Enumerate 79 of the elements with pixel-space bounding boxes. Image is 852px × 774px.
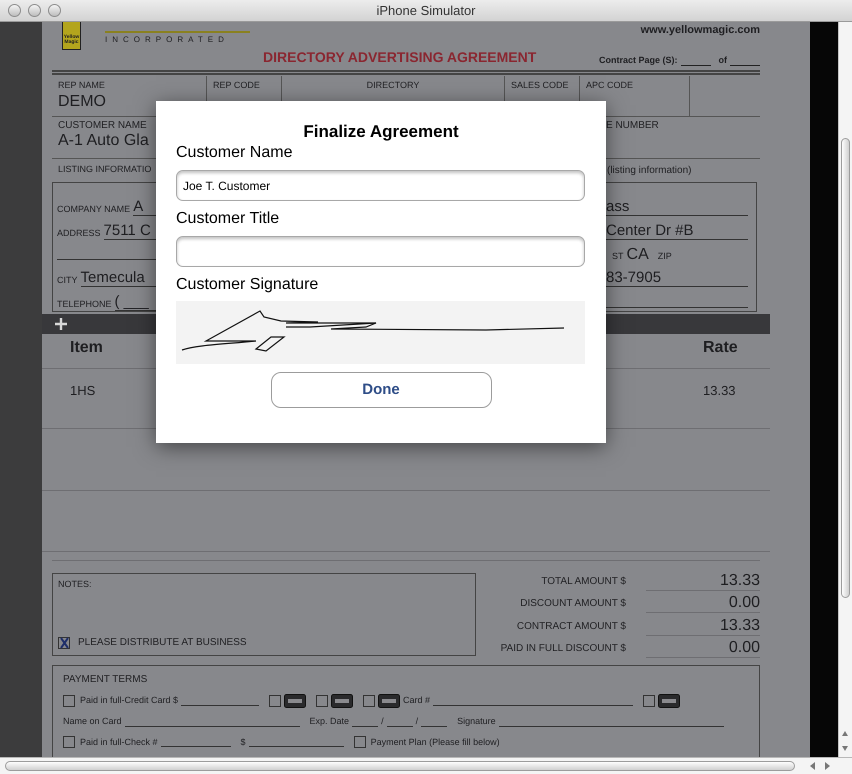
total-label: PAID IN FULL DISCOUNT $: [500, 642, 626, 656]
field-label: CUSTOMER NAME: [58, 120, 148, 132]
checkbox[interactable]: [354, 736, 366, 748]
company-subtitle: INCORPORATED: [105, 34, 230, 46]
field-label: Customer Signature: [176, 275, 320, 295]
date-separator: /: [416, 715, 418, 728]
window-title: iPhone Simulator: [376, 2, 476, 20]
field-value: A-1 Auto Gla: [58, 132, 150, 150]
signature-pad[interactable]: [176, 301, 585, 364]
field-label: E NUMBER: [606, 120, 659, 133]
fill-in-line: [160, 746, 231, 747]
total-value: 0.00: [646, 594, 760, 613]
credit-card-icon: [658, 694, 680, 708]
field-label: CITY: [57, 274, 78, 288]
section-note: (listing information): [607, 164, 692, 178]
total-label: TOTAL AMOUNT $: [540, 574, 626, 588]
field-label: Exp. Date: [310, 715, 350, 728]
field-label: Customer Title: [176, 209, 280, 229]
scroll-thumb[interactable]: [841, 138, 850, 598]
total-value: 0.00: [646, 639, 760, 658]
fill-in-line: [730, 64, 760, 66]
field-label: ADDRESS: [57, 226, 101, 240]
field-label: SALES CODE: [511, 79, 570, 91]
column-header: Rate: [703, 339, 738, 356]
field-label: REP CODE: [213, 79, 261, 91]
checkbox[interactable]: [316, 695, 328, 707]
field-label: Customer Name: [176, 143, 294, 163]
total-value: 13.33: [646, 616, 760, 636]
field-label: ZIP: [658, 250, 672, 264]
dialog-title: Finalize Agreement: [302, 121, 460, 143]
credit-card-icon: [331, 694, 354, 708]
checkbox[interactable]: [63, 695, 75, 707]
field-label: Name on Card: [63, 715, 122, 728]
total-label: CONTRACT AMOUNT $: [516, 620, 626, 634]
date-separator: /: [381, 715, 384, 728]
horizontal-scrollbar[interactable]: [0, 757, 852, 774]
section-label: LISTING INFORMATIO: [57, 163, 152, 176]
done-button[interactable]: Done: [270, 372, 492, 408]
table-cell: 13.33: [703, 383, 736, 398]
vertical-scrollbar[interactable]: [838, 22, 852, 757]
checkbox-label: PLEASE DISTRIBUTE AT BUSINESS: [78, 636, 247, 650]
zoom-button[interactable]: [48, 4, 61, 17]
total-value: 13.33: [646, 572, 760, 590]
contract-page-of: of: [718, 54, 727, 67]
field-label: Signature: [457, 715, 496, 728]
checkbox-label: Paid in full-Credit Card $: [80, 694, 178, 708]
checkbox-label: Paid in full-Check #: [80, 736, 158, 748]
checkbox[interactable]: [269, 695, 282, 707]
section-title: PAYMENT TERMS: [63, 673, 148, 687]
form-title: DIRECTORY ADVERTISING AGREEMENT: [263, 48, 536, 66]
checkbox[interactable]: [643, 695, 656, 707]
field-label: TELEPHONE: [57, 298, 112, 311]
credit-card-icon: [284, 694, 306, 708]
checkbox[interactable]: [63, 736, 75, 748]
column-header: Item: [70, 339, 103, 356]
field-label: APC CODE: [586, 79, 634, 91]
fill-in-line: [680, 64, 710, 66]
contract-page-label: Contract Page (S):: [598, 54, 678, 67]
field-label: COMPANY NAME: [57, 202, 130, 216]
close-button[interactable]: [8, 4, 21, 17]
notes-label: NOTES:: [58, 578, 93, 591]
field-label: ST: [612, 250, 624, 264]
table-cell: 1HS: [70, 383, 96, 398]
field-label: DIRECTORY: [366, 79, 420, 91]
input-field[interactable]: Joe T. Customer: [176, 170, 585, 201]
field-value: DEMO: [58, 93, 107, 111]
input-field[interactable]: [176, 236, 585, 267]
website-url: www.yellowmagic.com: [640, 23, 760, 38]
minimize-button[interactable]: [28, 4, 41, 17]
field-label: REP NAME: [58, 79, 106, 91]
field-label: Card #: [403, 694, 430, 708]
total-label: DISCOUNT AMOUNT $: [519, 597, 626, 611]
credit-card-icon: [378, 694, 400, 708]
add-icon[interactable]: [54, 317, 68, 331]
scroll-thumb[interactable]: [5, 761, 795, 771]
checkbox-label: Payment Plan (Please fill below): [370, 736, 500, 749]
field-value: CA: [626, 246, 649, 264]
field-label: $: [240, 736, 246, 748]
checkbox[interactable]: [363, 695, 376, 707]
